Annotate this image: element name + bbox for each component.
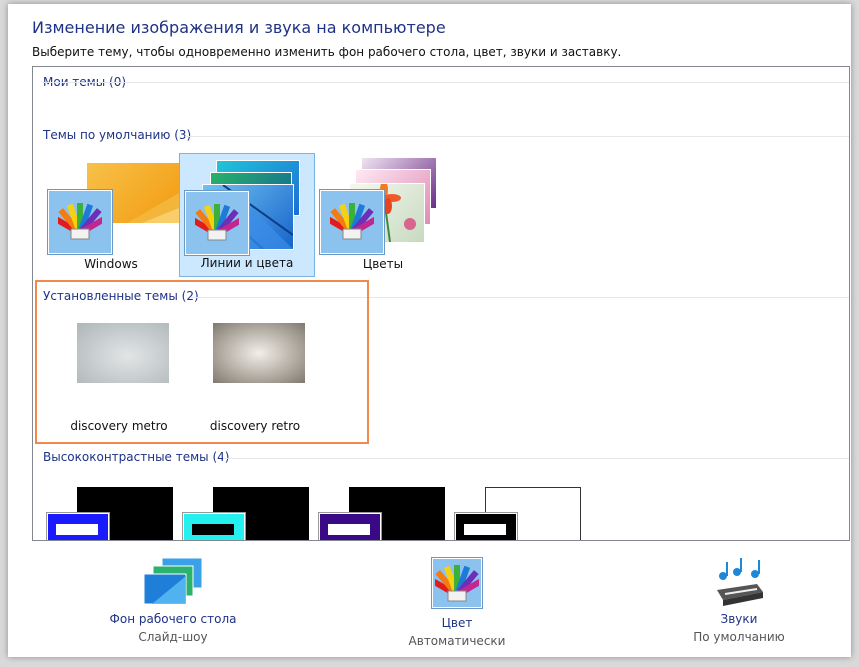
group-divider xyxy=(223,458,849,459)
theme-item-windows[interactable]: Windows xyxy=(43,153,179,277)
sounds-status: По умолчанию xyxy=(693,630,785,644)
theme-color-swatch xyxy=(320,190,384,254)
theme-color-swatch xyxy=(455,513,517,540)
theme-item-high-contrast-white[interactable] xyxy=(455,479,591,540)
color-palette-icon xyxy=(58,203,102,240)
group-divider xyxy=(185,136,849,137)
color-palette-icon xyxy=(330,203,374,240)
color-status: Автоматически xyxy=(408,634,506,648)
group-header-default-themes[interactable]: Темы по умолчанию (3) xyxy=(43,128,191,142)
theme-item-high-contrast-1[interactable] xyxy=(47,479,183,540)
color-swatch xyxy=(432,558,482,608)
sounds-icon xyxy=(717,558,763,606)
theme-color-swatch xyxy=(185,191,249,255)
theme-color-swatch xyxy=(183,513,245,540)
color-button[interactable]: Цвет Автоматически xyxy=(382,558,532,648)
page-subtitle: Выберите тему, чтобы одновременно измени… xyxy=(32,45,622,59)
group-divider xyxy=(43,82,849,83)
desktop-background-button[interactable]: Фон рабочего стола Слайд-шоу xyxy=(98,556,248,644)
desktop-background-icon xyxy=(143,557,203,605)
theme-color-swatch xyxy=(47,513,109,540)
theme-item-flowers[interactable]: Цветы xyxy=(315,153,451,277)
page-title: Изменение изображения и звука на компьют… xyxy=(32,18,446,37)
theme-item-high-contrast-black[interactable] xyxy=(319,479,455,540)
theme-item-high-contrast-2[interactable] xyxy=(183,479,319,540)
theme-color-swatch xyxy=(319,513,381,540)
installed-themes-highlight xyxy=(35,280,369,444)
theme-label: Цветы xyxy=(362,257,404,271)
color-link[interactable]: Цвет xyxy=(382,616,532,630)
theme-label: Линии и цвета xyxy=(200,256,294,270)
theme-color-swatch xyxy=(48,190,112,254)
sounds-link[interactable]: Звуки xyxy=(664,612,814,626)
group-header-high-contrast-themes[interactable]: Высококонтрастные темы (4) xyxy=(43,450,229,464)
desktop-background-link[interactable]: Фон рабочего стола xyxy=(98,612,248,626)
sounds-button[interactable]: Звуки По умолчанию xyxy=(664,556,814,644)
theme-item-lines-colors[interactable]: Линии и цвета xyxy=(179,153,315,277)
color-palette-icon xyxy=(195,204,239,241)
desktop-background-status: Слайд-шоу xyxy=(138,630,208,644)
color-palette-icon xyxy=(435,565,479,602)
personalization-window: Изменение изображения и звука на компьют… xyxy=(8,4,851,657)
theme-label: Windows xyxy=(84,257,138,271)
